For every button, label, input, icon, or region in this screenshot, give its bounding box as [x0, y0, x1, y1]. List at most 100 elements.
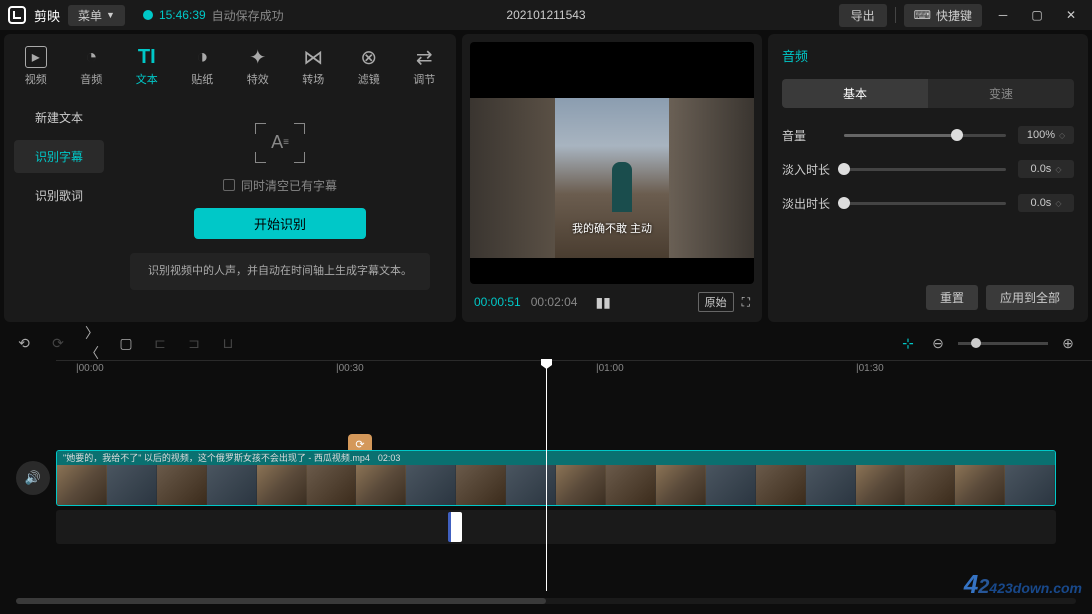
autosave-status: 15:46:39 自动保存成功	[143, 7, 284, 24]
watermark: 42423down.com	[964, 569, 1082, 600]
fadein-row: 淡入时长 0.0s	[782, 160, 1074, 178]
properties-tabs: 基本 变速	[782, 79, 1074, 108]
minimize-button[interactable]: ─	[990, 5, 1016, 25]
fadein-value[interactable]: 0.0s	[1018, 160, 1074, 178]
properties-title: 音频	[782, 46, 1074, 65]
close-button[interactable]: ✕	[1058, 5, 1084, 25]
subtab-recognize-lyrics[interactable]: 识别歌词	[14, 179, 104, 212]
split-button[interactable]: 〉〈	[82, 323, 102, 363]
project-name: 202101211543	[506, 8, 585, 22]
volume-value[interactable]: 100%	[1018, 126, 1074, 144]
mark-out-button[interactable]: ⊐	[184, 335, 204, 352]
mark-button[interactable]: ⊔	[218, 335, 238, 352]
recognize-content: A≡ 同时清空已有字幕 开始识别 识别视频中的人声，并自动在时间轴上生成字幕文本…	[114, 101, 446, 312]
autosave-time: 15:46:39	[159, 8, 206, 22]
tab-sticker[interactable]: ◑贴纸	[175, 42, 231, 91]
preview-viewport[interactable]: 我的确不敢 主动	[470, 42, 754, 284]
tab-basic[interactable]: 基本	[782, 79, 928, 108]
scrollbar-thumb[interactable]	[16, 598, 546, 604]
start-recognize-button[interactable]: 开始识别	[194, 208, 366, 239]
fadein-label: 淡入时长	[782, 161, 832, 178]
recognize-description: 识别视频中的人声，并自动在时间轴上生成字幕文本。	[130, 253, 430, 291]
menu-dropdown[interactable]: 菜单 ▼	[68, 5, 125, 26]
video-clip[interactable]: "她要的，我给不了" 以后的视频，这个俄罗斯女孩不会出现了 - 西瓜视频.mp4…	[56, 450, 1056, 506]
export-button[interactable]: 导出	[839, 4, 887, 27]
divider	[895, 7, 896, 23]
timeline-panel: ⟲ ⟳ 〉〈 ▢ ⊏ ⊐ ⊔ ⊹ ⊖ ⊕ |00:00 |00:30 |01:0…	[0, 326, 1092, 606]
fadeout-slider[interactable]	[844, 202, 1006, 205]
tab-audio[interactable]: ◔音频	[64, 42, 120, 91]
video-icon: ▸	[25, 46, 47, 68]
ratio-button[interactable]: 原始	[698, 292, 734, 312]
tool-tabs: ▸视频 ◔音频 TI文本 ◑贴纸 ✦特效 ⋈转场 ⊗滤镜 ⇄调节	[4, 34, 456, 91]
audio-track-bg[interactable]	[56, 510, 1056, 544]
sticker-icon: ◑	[191, 46, 213, 68]
shortcut-button[interactable]: ⌨ 快捷键	[904, 4, 982, 27]
menu-label: 菜单	[78, 7, 102, 24]
fadeout-label: 淡出时长	[782, 195, 832, 212]
shortcut-label: 快捷键	[936, 7, 972, 24]
checkbox-label: 同时清空已有字幕	[241, 177, 337, 194]
app-logo-icon	[8, 6, 26, 24]
zoom-out-button[interactable]: ⊖	[928, 335, 948, 352]
transition-icon: ⋈	[302, 46, 324, 68]
autosave-text: 自动保存成功	[212, 7, 284, 24]
preview-subtitle: 我的确不敢 主动	[572, 220, 652, 236]
reset-button[interactable]: 重置	[926, 285, 978, 310]
ruler-mark-3: 01:30	[859, 363, 884, 374]
audio-icon: ◔	[80, 46, 102, 68]
volume-label: 音量	[782, 127, 832, 144]
fadeout-value[interactable]: 0.0s	[1018, 194, 1074, 212]
timeline-tracks: 🔊 "她要的，我给不了" 以后的视频，这个俄罗斯女孩不会出现了 - 西瓜视频.m…	[16, 450, 1092, 544]
mark-in-button[interactable]: ⊏	[150, 335, 170, 352]
track-mute-button[interactable]: 🔊	[16, 461, 50, 495]
video-track: 🔊 "她要的，我给不了" 以后的视频，这个俄罗斯女孩不会出现了 - 西瓜视频.m…	[16, 450, 1092, 506]
text-icon: TI	[136, 46, 158, 68]
tab-adjust[interactable]: ⇄调节	[397, 42, 453, 91]
audio-marker[interactable]	[448, 512, 462, 542]
text-subtabs: 新建文本 识别字幕 识别歌词	[14, 101, 104, 312]
preview-controls: 00:00:51 00:02:04 ▮▮ 原始 ⛶	[470, 284, 754, 314]
properties-panel: 音频 基本 变速 音量 100% 淡入时长 0.0s 淡出时长 0.0s 重置 …	[768, 34, 1088, 322]
tab-filter[interactable]: ⊗滤镜	[341, 42, 397, 91]
title-bar: 剪映 菜单 ▼ 15:46:39 自动保存成功 202101211543 导出 …	[0, 0, 1092, 30]
undo-button[interactable]: ⟲	[14, 335, 34, 352]
keyboard-icon: ⌨	[914, 8, 931, 22]
clip-title: "她要的，我给不了" 以后的视频，这个俄罗斯女孩不会出现了 - 西瓜视频.mp4	[63, 451, 370, 465]
tab-video[interactable]: ▸视频	[8, 42, 64, 91]
maximize-button[interactable]: ▢	[1024, 5, 1050, 25]
tab-text[interactable]: TI文本	[119, 42, 175, 91]
zoom-slider[interactable]	[958, 342, 1048, 345]
ruler-mark-1: 00:30	[339, 363, 364, 374]
tab-effect[interactable]: ✦特效	[230, 42, 286, 91]
current-time: 00:00:51	[474, 295, 521, 309]
apply-all-button[interactable]: 应用到全部	[986, 285, 1074, 310]
redo-button[interactable]: ⟳	[48, 335, 68, 352]
volume-row: 音量 100%	[782, 126, 1074, 144]
timeline-scrollbar[interactable]	[16, 598, 1076, 604]
effect-icon: ✦	[247, 46, 269, 68]
timeline-toolbar: ⟲ ⟳ 〉〈 ▢ ⊏ ⊐ ⊔ ⊹ ⊖ ⊕	[0, 326, 1092, 360]
clip-thumbnails	[57, 465, 1055, 506]
subtab-recognize-subtitle[interactable]: 识别字幕	[14, 140, 104, 173]
zoom-in-button[interactable]: ⊕	[1058, 335, 1078, 352]
clear-existing-checkbox[interactable]: 同时清空已有字幕	[223, 177, 337, 194]
chevron-down-icon: ▼	[106, 10, 115, 20]
audio-track	[16, 510, 1092, 544]
fullscreen-icon[interactable]: ⛶	[742, 295, 750, 310]
volume-slider[interactable]	[844, 134, 1006, 137]
playhead[interactable]	[546, 361, 547, 591]
timeline-ruler[interactable]: |00:00 |00:30 |01:00 |01:30	[56, 360, 1092, 380]
snap-button[interactable]: ⊹	[898, 335, 918, 352]
clip-duration: 02:03	[378, 451, 401, 465]
delete-button[interactable]: ▢	[116, 335, 136, 352]
fadein-slider[interactable]	[844, 168, 1006, 171]
ruler-mark-2: 01:00	[599, 363, 624, 374]
tab-transition[interactable]: ⋈转场	[286, 42, 342, 91]
fadeout-row: 淡出时长 0.0s	[782, 194, 1074, 212]
media-panel: ▸视频 ◔音频 TI文本 ◑贴纸 ✦特效 ⋈转场 ⊗滤镜 ⇄调节 新建文本 识别…	[4, 34, 456, 322]
pause-button[interactable]: ▮▮	[595, 294, 610, 311]
filter-icon: ⊗	[358, 46, 380, 68]
subtab-new-text[interactable]: 新建文本	[14, 101, 104, 134]
tab-speed[interactable]: 变速	[928, 79, 1074, 108]
